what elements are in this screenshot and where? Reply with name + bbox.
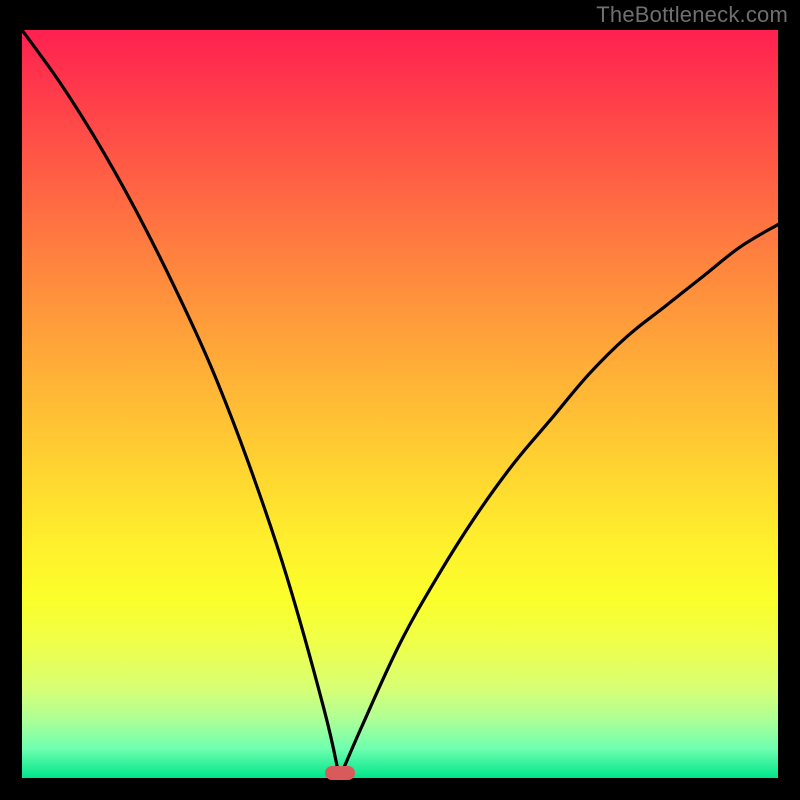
minimum-marker xyxy=(325,766,355,780)
curve-layer xyxy=(22,30,778,778)
curve-left-branch xyxy=(22,30,340,778)
plot-area xyxy=(22,30,778,778)
curve-right-branch xyxy=(340,224,778,778)
watermark-text: TheBottleneck.com xyxy=(596,2,788,28)
chart-frame: TheBottleneck.com xyxy=(0,0,800,800)
